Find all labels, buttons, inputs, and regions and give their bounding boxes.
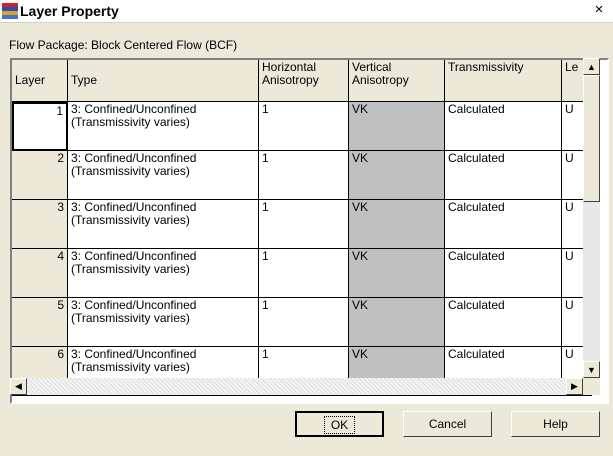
grid-cell-type[interactable]: 3: Confined/Unconfined (Transmissivity v… <box>68 298 259 347</box>
grid-cell-type[interactable]: 3: Confined/Unconfined (Transmissivity v… <box>68 249 259 298</box>
ok-button-label: OK <box>323 416 356 434</box>
help-button[interactable]: Help <box>511 411 600 437</box>
scroll-down-icon[interactable]: ▼ <box>583 361 600 378</box>
app-icon <box>2 3 18 19</box>
grid-cell-type[interactable]: 3: Confined/Unconfined (Transmissivity v… <box>68 151 259 200</box>
row-header[interactable]: 2 <box>12 151 68 200</box>
window-title: Layer Property <box>20 3 119 19</box>
grid-cell-vertical-anisotropy[interactable]: VK <box>349 249 445 298</box>
grid-cell-type[interactable]: 3: Confined/Unconfined (Transmissivity v… <box>68 102 259 151</box>
grid-cell-horizontal-anisotropy[interactable]: 1 <box>259 249 349 298</box>
column-header-transmissivity[interactable]: Transmissivity <box>445 60 562 102</box>
grid-cell-horizontal-anisotropy[interactable]: 1 <box>259 151 349 200</box>
grid-cell-vertical-anisotropy[interactable]: VK <box>349 200 445 249</box>
grid-cell-vertical-anisotropy[interactable]: VK <box>349 102 445 151</box>
ok-button[interactable]: OK <box>295 411 384 437</box>
grid-cell-transmissivity[interactable]: Calculated <box>445 298 562 347</box>
scroll-corner <box>583 378 600 395</box>
scroll-up-icon[interactable]: ▲ <box>583 58 600 75</box>
scroll-left-icon[interactable]: ◀ <box>10 378 27 395</box>
column-header-vertical-anisotropy[interactable]: Vertical Anisotropy <box>349 60 445 102</box>
grid-cell-horizontal-anisotropy[interactable]: 1 <box>259 200 349 249</box>
grid-cell-transmissivity[interactable]: Calculated <box>445 102 562 151</box>
grid-cell-vertical-anisotropy[interactable]: VK <box>349 298 445 347</box>
grid-cell-transmissivity[interactable]: Calculated <box>445 151 562 200</box>
horizontal-scrollbar[interactable] <box>10 378 583 395</box>
row-header[interactable]: 1 <box>12 102 68 151</box>
column-header-horizontal-anisotropy[interactable]: Horizontal Anisotropy <box>259 60 349 102</box>
cancel-button[interactable]: Cancel <box>403 411 492 437</box>
grid-cell-transmissivity[interactable]: Calculated <box>445 249 562 298</box>
grid-cell-horizontal-anisotropy[interactable]: 1 <box>259 298 349 347</box>
column-header-layer[interactable]: Layer <box>12 60 68 102</box>
grid-cell-transmissivity[interactable]: Calculated <box>445 200 562 249</box>
flow-package-label: Flow Package: Block Centered Flow (BCF) <box>9 38 238 52</box>
scroll-right-icon[interactable]: ▶ <box>566 378 583 395</box>
row-header[interactable]: 4 <box>12 249 68 298</box>
grid-cell-horizontal-anisotropy[interactable]: 1 <box>259 102 349 151</box>
row-header[interactable]: 3 <box>12 200 68 249</box>
vertical-scroll-thumb[interactable] <box>583 75 600 202</box>
grid-cell-type[interactable]: 3: Confined/Unconfined (Transmissivity v… <box>68 200 259 249</box>
title-bar: Layer Property × <box>0 0 613 23</box>
layer-property-grid[interactable]: Layer Type Horizontal Anisotropy Vertical A… <box>10 58 609 404</box>
row-header[interactable]: 5 <box>12 298 68 347</box>
close-icon[interactable]: × <box>591 2 607 18</box>
column-header-type[interactable]: Type <box>68 60 259 102</box>
grid-cell-vertical-anisotropy[interactable]: VK <box>349 151 445 200</box>
